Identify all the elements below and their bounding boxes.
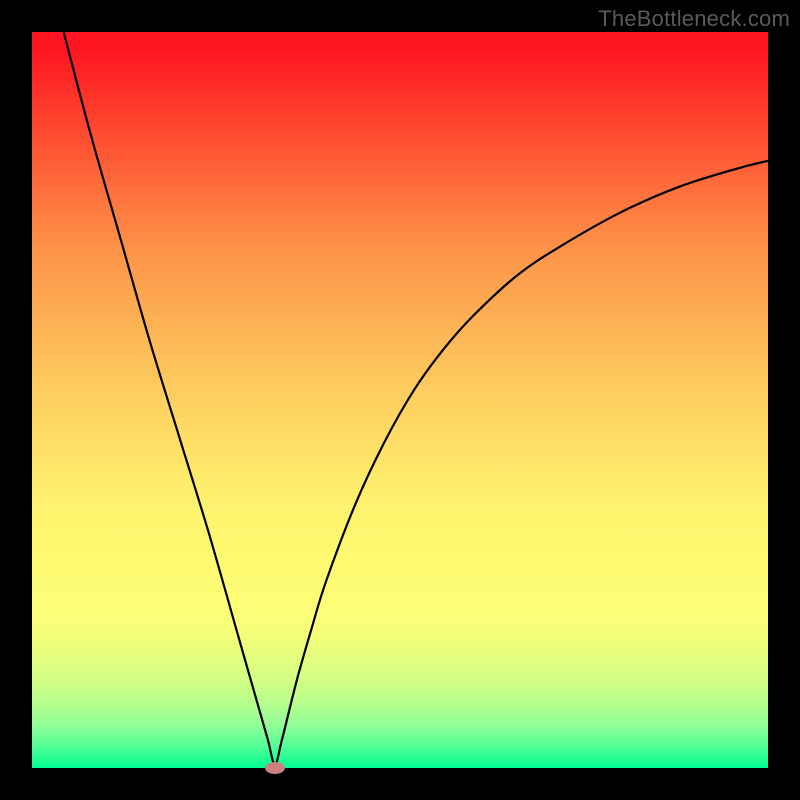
chart-frame: TheBottleneck.com	[0, 0, 800, 800]
bottleneck-curve	[0, 0, 800, 800]
watermark-text: TheBottleneck.com	[598, 6, 790, 32]
minimum-marker	[265, 762, 285, 774]
curve-path	[64, 32, 768, 764]
